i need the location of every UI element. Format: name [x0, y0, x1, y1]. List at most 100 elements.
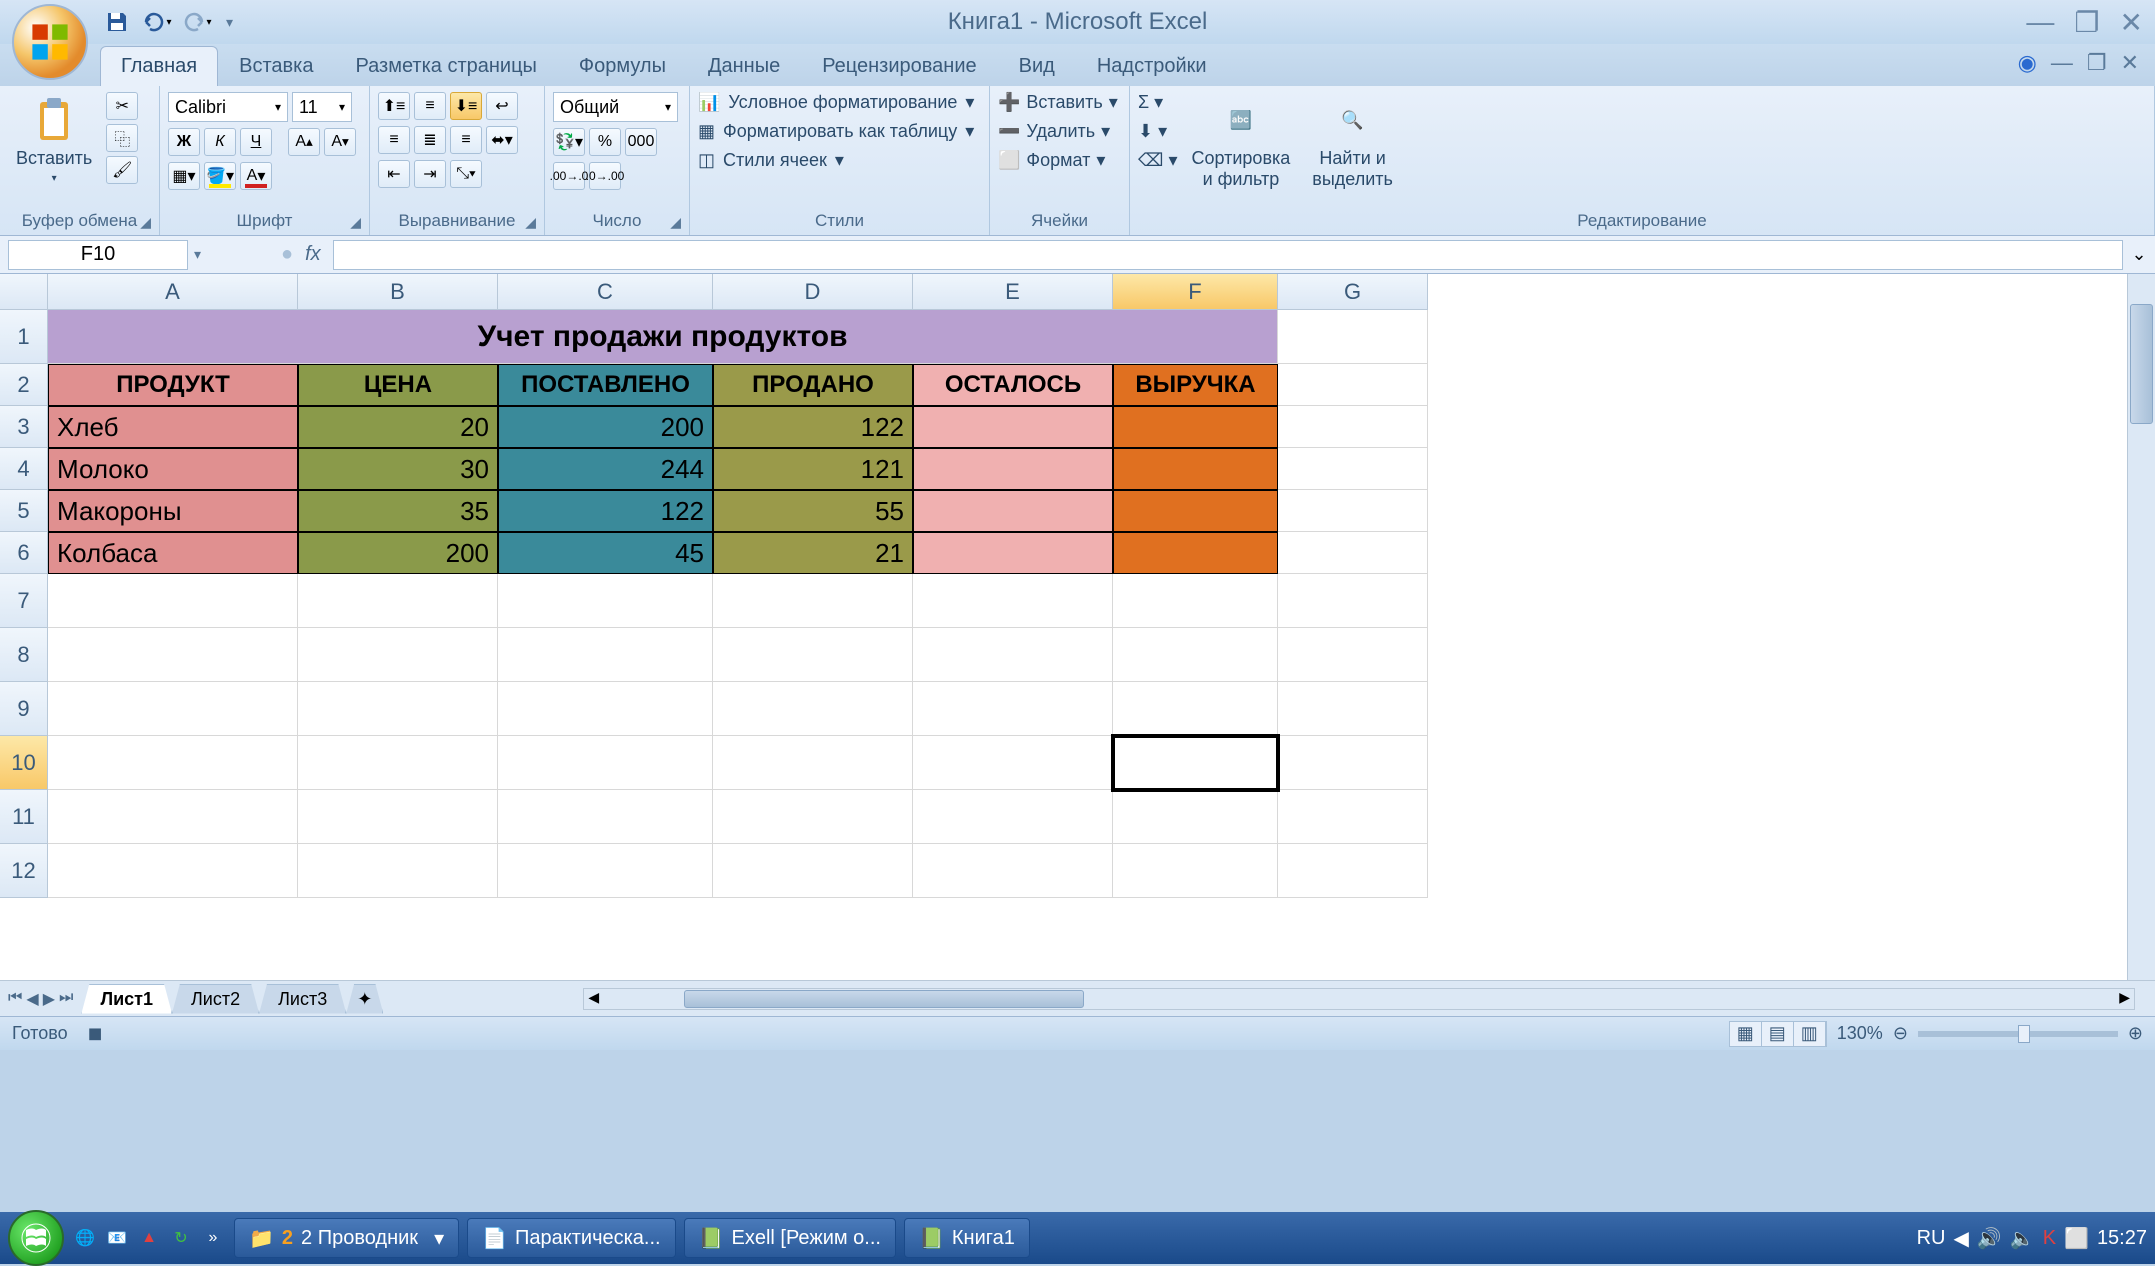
cell[interactable] [713, 790, 913, 844]
cell[interactable] [48, 682, 298, 736]
zoom-level[interactable]: 130% [1837, 1023, 1883, 1044]
cell[interactable] [48, 736, 298, 790]
sheet-nav-last-icon[interactable]: ⏭ [59, 989, 73, 1009]
ql-icon[interactable]: » [200, 1225, 226, 1251]
cell[interactable] [913, 736, 1113, 790]
cell[interactable] [298, 628, 498, 682]
font-color-icon[interactable]: A▾ [240, 162, 272, 190]
row-header[interactable]: 3 [0, 406, 48, 448]
vertical-scrollbar[interactable] [2127, 274, 2155, 980]
cell[interactable] [713, 844, 913, 898]
borders-icon[interactable]: ▦▾ [168, 162, 200, 190]
office-button[interactable] [12, 4, 88, 80]
row-header[interactable]: 2 [0, 364, 48, 406]
row-header[interactable]: 9 [0, 682, 48, 736]
redo-icon[interactable]: ▾ [180, 5, 214, 39]
cell-title[interactable]: Учет продажи продуктов [48, 310, 1278, 364]
cell[interactable] [713, 574, 913, 628]
cell[interactable]: 55 [713, 490, 913, 532]
fill-color-icon[interactable]: 🪣▾ [204, 162, 236, 190]
cell[interactable]: Молоко [48, 448, 298, 490]
cell[interactable] [913, 628, 1113, 682]
ql-icon[interactable]: 📧 [104, 1225, 130, 1251]
ql-icon[interactable]: ↻ [168, 1225, 194, 1251]
save-icon[interactable] [100, 5, 134, 39]
autosum-icon[interactable]: Σ ▾ [1138, 92, 1178, 113]
tray-icon[interactable]: ⬜ [2064, 1226, 2089, 1251]
help-icon[interactable]: ◉ [2018, 50, 2037, 76]
restore-app-icon[interactable]: ❐ [2074, 6, 2099, 39]
clear-icon[interactable]: ⌫ ▾ [1138, 150, 1178, 171]
cell[interactable] [713, 628, 913, 682]
cell[interactable]: ПРОДУКТ [48, 364, 298, 406]
col-header[interactable]: F [1113, 274, 1278, 310]
normal-view-icon[interactable]: ▦ [1730, 1022, 1762, 1046]
horizontal-scrollbar[interactable]: ◀ ▶ [583, 988, 2135, 1010]
cell[interactable]: 45 [498, 532, 713, 574]
cell[interactable]: 121 [713, 448, 913, 490]
currency-icon[interactable]: 💱▾ [553, 128, 585, 156]
row-header[interactable]: 4 [0, 448, 48, 490]
undo-icon[interactable]: ▾ [140, 5, 174, 39]
cell[interactable] [48, 574, 298, 628]
cell[interactable] [1278, 574, 1428, 628]
spreadsheet-grid[interactable]: A B C D E F G 1 Учет продажи продуктов 2… [0, 274, 2155, 980]
cell[interactable] [713, 682, 913, 736]
sheet-nav-prev-icon[interactable]: ◀ [26, 989, 38, 1009]
formula-input[interactable] [333, 240, 2123, 270]
close-app-icon[interactable]: ✕ [2120, 6, 2143, 39]
increase-indent-icon[interactable]: ⇥ [414, 160, 446, 188]
cell[interactable]: 200 [498, 406, 713, 448]
cell[interactable] [1278, 448, 1428, 490]
row-header[interactable]: 5 [0, 490, 48, 532]
delete-cells-button[interactable]: ➖Удалить ▾ [998, 121, 1110, 142]
macro-record-icon[interactable]: ◼ [88, 1023, 103, 1044]
restore-window-icon[interactable]: ❐ [2087, 50, 2107, 76]
conditional-formatting-button[interactable]: 📊Условное форматирование ▾ [698, 92, 974, 113]
cell[interactable] [298, 844, 498, 898]
ql-icon[interactable]: ▲ [136, 1225, 162, 1251]
shrink-font-icon[interactable]: A▾ [324, 128, 356, 156]
cell[interactable]: ПОСТАВЛЕНО [498, 364, 713, 406]
cell[interactable] [1113, 736, 1278, 790]
name-box[interactable]: F10 [8, 240, 188, 270]
cell[interactable] [48, 844, 298, 898]
cell[interactable] [498, 682, 713, 736]
tab-addins[interactable]: Надстройки [1076, 46, 1228, 86]
cell[interactable] [1278, 736, 1428, 790]
minimize-window-icon[interactable]: — [2051, 50, 2073, 76]
tab-review[interactable]: Рецензирование [801, 46, 997, 86]
row-header[interactable]: 12 [0, 844, 48, 898]
cell[interactable] [1113, 790, 1278, 844]
new-sheet-icon[interactable]: ✦ [346, 984, 383, 1014]
cell[interactable]: 35 [298, 490, 498, 532]
cut-icon[interactable]: ✂ [106, 92, 138, 120]
underline-button[interactable]: Ч [240, 128, 272, 156]
cell[interactable]: Макороны [48, 490, 298, 532]
dialog-launcher-icon[interactable]: ◢ [670, 214, 681, 231]
taskbar-item[interactable]: 📗Exell [Режим о... [684, 1218, 896, 1258]
row-header[interactable]: 8 [0, 628, 48, 682]
number-format-select[interactable]: Общий▾ [553, 92, 678, 122]
cell[interactable] [913, 844, 1113, 898]
cell[interactable] [1278, 682, 1428, 736]
cell[interactable] [913, 574, 1113, 628]
col-header[interactable]: E [913, 274, 1113, 310]
cell[interactable] [1278, 364, 1428, 406]
grow-font-icon[interactable]: A▴ [288, 128, 320, 156]
cell[interactable] [298, 736, 498, 790]
row-header[interactable]: 6 [0, 532, 48, 574]
cell[interactable] [498, 574, 713, 628]
fill-icon[interactable]: ⬇ ▾ [1138, 121, 1178, 142]
name-box-dropdown-icon[interactable]: ▾ [194, 246, 201, 263]
format-cells-button[interactable]: ⬜Формат ▾ [998, 150, 1105, 171]
wrap-text-icon[interactable]: ↩ [486, 92, 518, 120]
paste-button[interactable]: Вставить ▾ [8, 92, 100, 188]
copy-icon[interactable]: ⿻ [106, 124, 138, 152]
tab-formulas[interactable]: Формулы [558, 46, 687, 86]
cell[interactable] [913, 490, 1113, 532]
zoom-in-icon[interactable]: ⊕ [2128, 1023, 2143, 1044]
row-header[interactable]: 10 [0, 736, 48, 790]
tray-icon[interactable]: ◀ [1953, 1226, 1968, 1251]
col-header[interactable]: C [498, 274, 713, 310]
